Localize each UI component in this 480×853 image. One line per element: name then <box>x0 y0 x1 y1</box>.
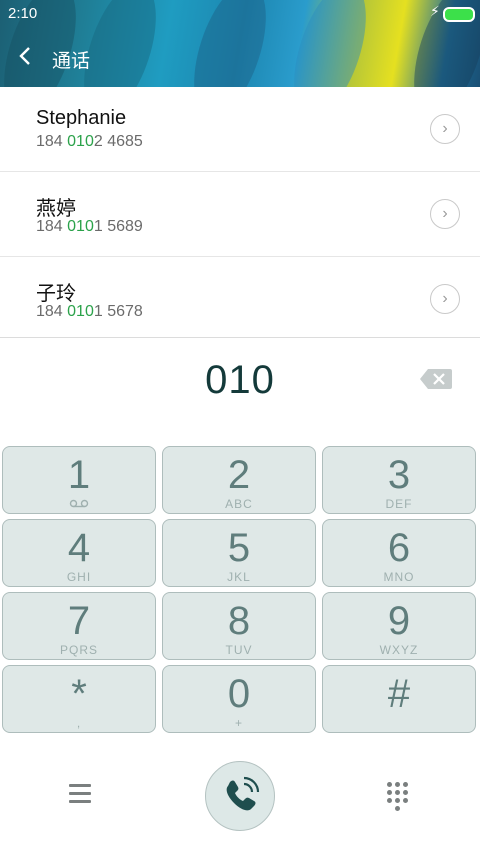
contact-number: 184 0101 5689 <box>36 218 143 235</box>
header: 2:10 ⚡ 通话 <box>0 0 480 87</box>
key-7[interactable]: 7 PQRS <box>2 592 156 660</box>
call-button[interactable] <box>205 761 275 831</box>
contact-number: 184 0101 5678 <box>36 303 143 320</box>
contact-row[interactable]: 子玲 184 0101 5678 › <box>0 257 480 338</box>
page-title: 通话 <box>52 51 91 72</box>
phone-icon <box>226 776 260 811</box>
back-button[interactable] <box>18 45 38 69</box>
backspace-icon <box>420 369 452 389</box>
contact-row[interactable]: 燕婷 184 0101 5689 › <box>0 172 480 257</box>
contact-name: 子玲 <box>36 283 76 305</box>
key-hash[interactable]: # <box>322 665 476 733</box>
key-0[interactable]: 0 + <box>162 665 316 733</box>
contact-name: 燕婷 <box>36 198 76 220</box>
key-6[interactable]: 6 MNO <box>322 519 476 587</box>
contact-detail-button[interactable]: › <box>430 284 460 314</box>
contact-detail-button[interactable]: › <box>430 114 460 144</box>
status-time: 2:10 <box>8 5 38 22</box>
charging-icon: ⚡ <box>430 3 440 19</box>
contact-number: 184 0102 4685 <box>36 133 143 150</box>
chevron-left-icon <box>19 47 30 65</box>
battery-icon <box>443 7 475 22</box>
bottom-bar <box>0 746 480 853</box>
status-bar: 2:10 ⚡ <box>0 0 480 26</box>
key-9[interactable]: 9 WXYZ <box>322 592 476 660</box>
voicemail-icon <box>3 497 155 511</box>
key-4[interactable]: 4 GHI <box>2 519 156 587</box>
key-1[interactable]: 1 <box>2 446 156 514</box>
contact-name: Stephanie <box>36 107 127 129</box>
contact-row[interactable]: Stephanie 184 0102 4685 › <box>0 87 480 172</box>
key-5[interactable]: 5 JKL <box>162 519 316 587</box>
chevron-right-icon: › <box>442 120 448 137</box>
key-8[interactable]: 8 TUV <box>162 592 316 660</box>
backspace-button[interactable] <box>420 369 452 389</box>
key-3[interactable]: 3 DEF <box>322 446 476 514</box>
chevron-right-icon: › <box>442 205 448 222</box>
keypad-toggle-icon[interactable] <box>387 782 411 811</box>
dialed-number: 010 <box>205 358 275 402</box>
key-star[interactable]: * , <box>2 665 156 733</box>
contact-suggestions: Stephanie 184 0102 4685 › 燕婷 184 0101 56… <box>0 87 480 338</box>
key-2[interactable]: 2 ABC <box>162 446 316 514</box>
contact-detail-button[interactable]: › <box>430 199 460 229</box>
chevron-right-icon: › <box>442 290 448 307</box>
menu-icon[interactable] <box>69 784 91 804</box>
